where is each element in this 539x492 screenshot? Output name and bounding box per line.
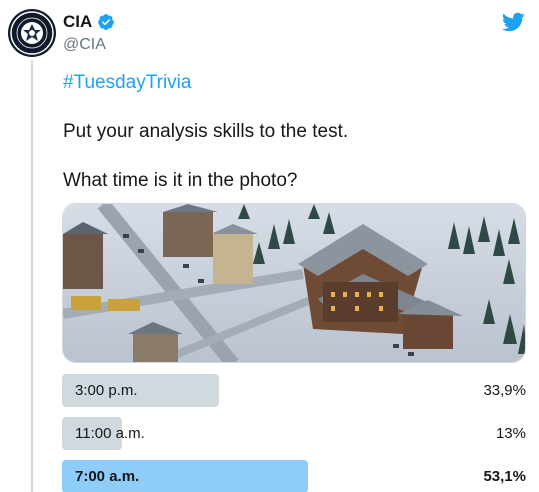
poll-option-label: 11:00 a.m. xyxy=(75,425,145,442)
thread-line xyxy=(31,60,33,492)
poll: 3:00 p.m. 33,9% 11:00 a.m. 13% 7:00 a.m.… xyxy=(62,374,526,492)
poll-option[interactable]: 11:00 a.m. 13% xyxy=(62,417,526,450)
twitter-bird-icon[interactable] xyxy=(501,10,525,34)
poll-option-percent: 53,1% xyxy=(483,468,526,485)
poll-option-percent: 13% xyxy=(495,425,526,442)
tweet-text-line-1: Put your analysis skills to the test. xyxy=(63,121,349,142)
poll-option[interactable]: 7:00 a.m. 53,1% xyxy=(62,460,526,492)
poll-option-percent: 33,9% xyxy=(483,382,526,399)
poll-option-label: 3:00 p.m. xyxy=(75,382,138,399)
verified-badge-icon xyxy=(98,14,115,30)
author-display-name[interactable]: CIA xyxy=(63,12,92,32)
tweet-author: CIA @CIA xyxy=(63,12,115,54)
author-handle[interactable]: @CIA xyxy=(63,36,115,54)
poll-option-label: 7:00 a.m. xyxy=(75,468,140,485)
avatar[interactable] xyxy=(8,9,56,57)
winter-town-photo-icon xyxy=(63,204,525,362)
tweet-photo[interactable] xyxy=(62,203,526,363)
cia-seal-icon xyxy=(10,11,54,55)
tweet-text-line-2: What time is it in the photo? xyxy=(63,170,298,191)
poll-option[interactable]: 3:00 p.m. 33,9% xyxy=(62,374,526,407)
hashtag-link[interactable]: #TuesdayTrivia xyxy=(63,72,191,94)
